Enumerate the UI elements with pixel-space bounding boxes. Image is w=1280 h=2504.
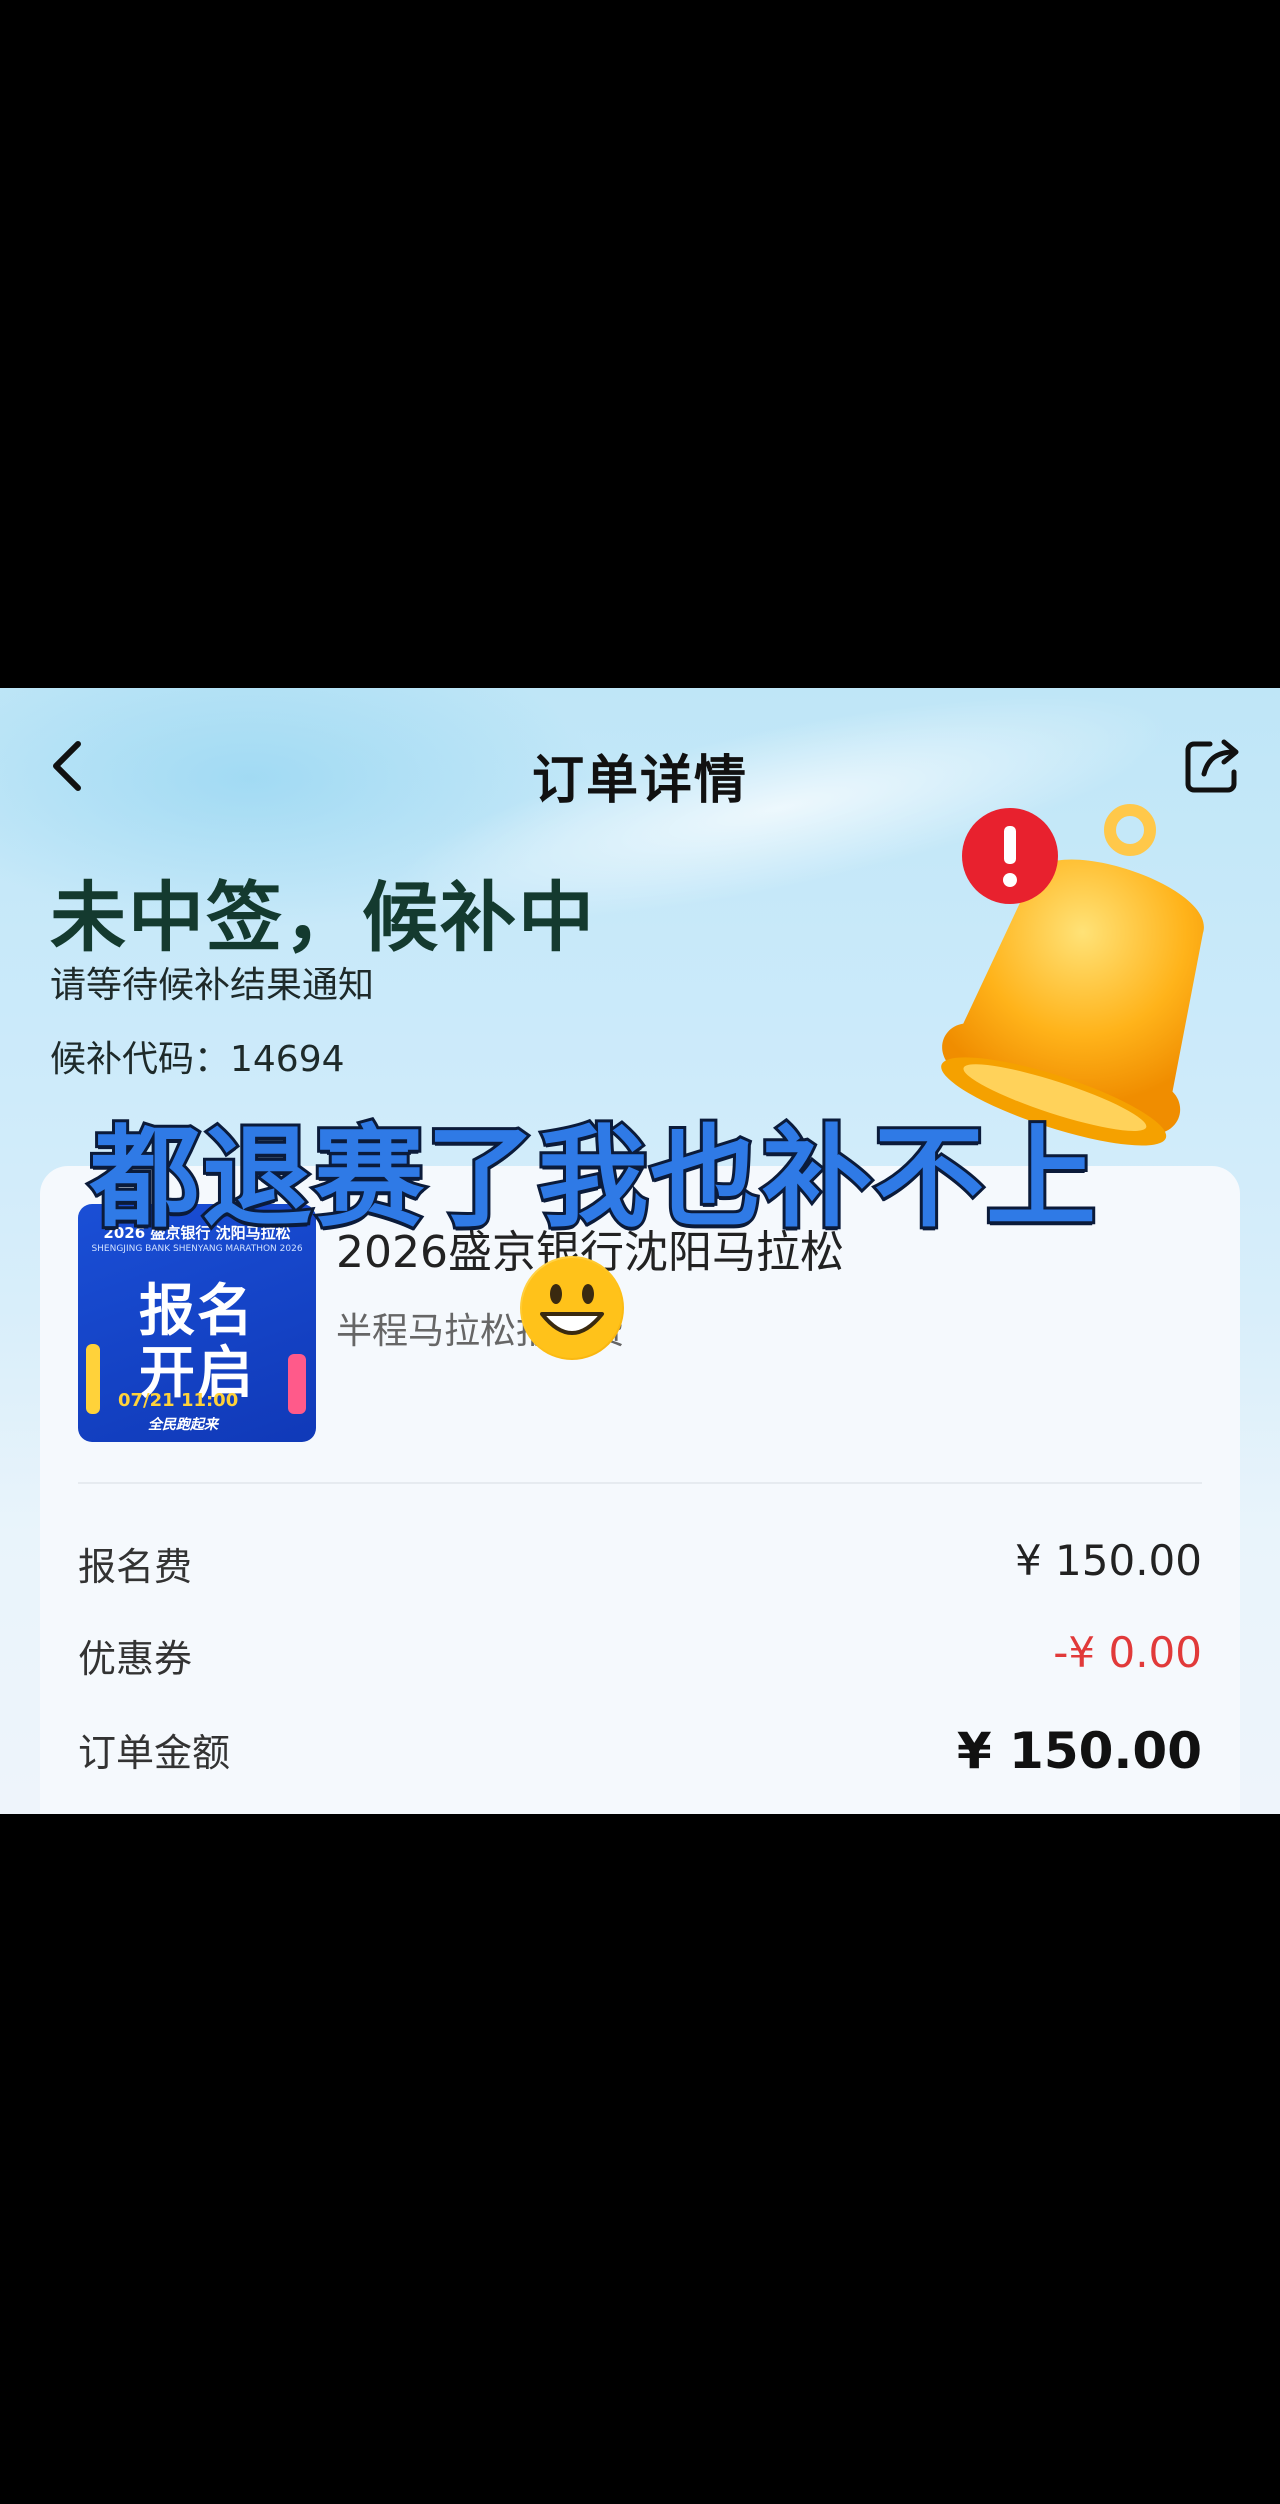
overlay-caption: 都退赛了我也补不上 [87, 1111, 1099, 1245]
fee-label: 订单金额 [78, 1731, 231, 1775]
status-subtitle: 请等待候补结果通知 [50, 965, 375, 1006]
fee-value: ¥ 150.00 [1014, 1536, 1202, 1585]
fee-row-total: 订单金额 ¥ 150.00 [78, 1722, 1202, 1782]
fee-row-registration: 报名费 ¥ 150.00 [78, 1536, 1202, 1596]
order-detail-screen: 订单详情 未中签，候补中 请等待候补结果通知 候补代码：14694 2026 盛… [0, 688, 1280, 1814]
poster-decoration [86, 1344, 100, 1414]
waitlist-code: 候补代码：14694 [50, 1039, 345, 1080]
poster-decoration [288, 1354, 306, 1414]
fee-label: 优惠券 [78, 1637, 193, 1681]
status-title: 未中签，候补中 [50, 873, 596, 962]
fee-row-coupon[interactable]: 优惠券 -¥ 0.00 [78, 1628, 1202, 1688]
fee-value: -¥ 0.00 [1053, 1628, 1202, 1677]
order-card: 2026 盛京银行 沈阳马拉松 SHENGJING BANK SHENYANG … [40, 1166, 1240, 1814]
poster-time: 07/21 11:00 [118, 1390, 239, 1411]
grinning-face-icon [520, 1256, 624, 1360]
poster-slogan: 全民跑起来 [148, 1417, 218, 1433]
fee-value: ¥ 150.00 [956, 1722, 1202, 1780]
fee-label: 报名费 [78, 1545, 193, 1589]
divider [78, 1482, 1202, 1484]
